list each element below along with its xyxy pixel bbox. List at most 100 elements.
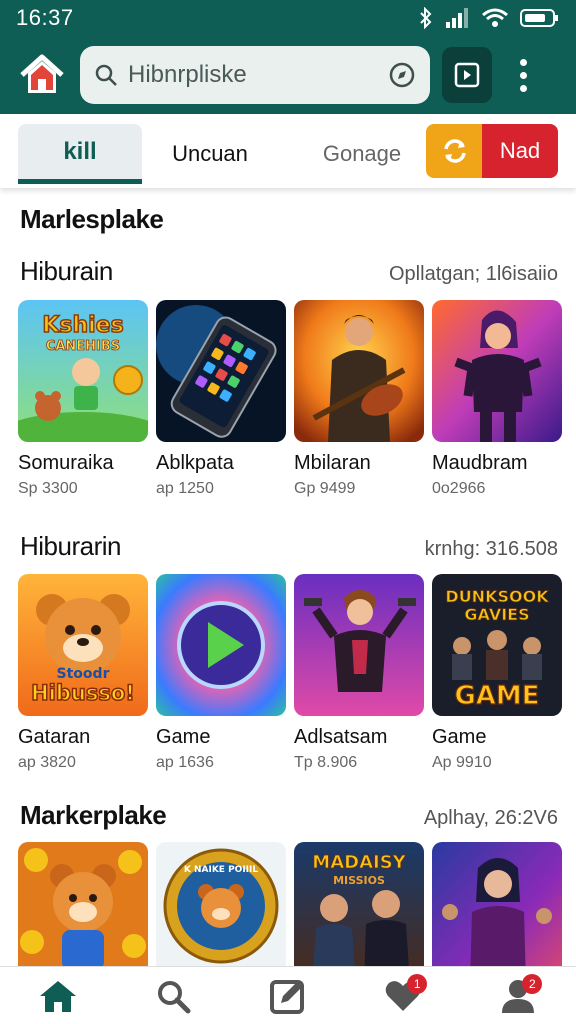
art-text: GAME (454, 681, 539, 711)
app-card[interactable]: Kshies CANEHIBS Somuraika Sp 3300 (18, 300, 148, 498)
app-thumbnail[interactable]: Kshies CANEHIBS (18, 300, 148, 442)
edit-icon (269, 979, 304, 1014)
app-card[interactable]: Ablkpata ap 1250 (156, 300, 286, 498)
app-title: Maudbram (432, 452, 528, 474)
section-header: Markerplake Aplhay, 26:2V6 (20, 800, 558, 831)
compass-icon[interactable] (388, 61, 416, 89)
nav-home[interactable] (28, 970, 88, 1022)
app-card[interactable]: Adlsatsam Tp 8.906 (294, 574, 424, 772)
art-text: K NAIKE POIIIL (184, 865, 259, 875)
battery-icon (520, 9, 558, 27)
status-bar: 16:37 (0, 0, 576, 36)
search-icon (157, 980, 191, 1013)
home-icon (39, 980, 76, 1012)
app-thumbnail[interactable]: MADAISY MISSIOS (294, 842, 424, 984)
app-price: Gp 9499 (294, 480, 356, 497)
page-heading: Marlesplake (20, 204, 164, 234)
top-app-bar: Hibnrpliske (0, 36, 576, 114)
app-price: ap 1636 (156, 754, 214, 771)
refresh-button[interactable] (426, 124, 484, 178)
nav-favorites[interactable]: 1 (373, 970, 433, 1022)
section-header: Hiburarin krnhg: 316.508 (20, 531, 558, 562)
nav-edit[interactable] (258, 970, 318, 1022)
menu-dot (519, 71, 527, 79)
app-price: Tp 8.906 (294, 754, 358, 771)
app-card[interactable]: DUNKSOOK GAVIES GAME Game Ap 9910 (432, 574, 562, 772)
app-title: Adlsatsam (294, 726, 388, 748)
app-thumbnail[interactable]: DUNKSOOK GAVIES GAME (432, 574, 562, 716)
search-bar[interactable]: Hibnrpliske (80, 46, 430, 104)
art-text: MISSIOS (333, 874, 385, 887)
app-title: Mbilaran (294, 452, 371, 474)
app-title: Game (156, 726, 211, 748)
menu-dot (519, 58, 527, 66)
cast-icon (454, 62, 480, 88)
app-card[interactable] (432, 842, 562, 984)
tab-kill[interactable]: kill (18, 124, 142, 184)
app-thumbnail[interactable] (294, 300, 424, 442)
search-query[interactable]: Hibnrpliske (128, 61, 388, 89)
notification-badge: 2 (522, 973, 543, 994)
app-thumbnail[interactable]: K NAIKE POIIIL (156, 842, 286, 984)
bluetooth-icon (420, 7, 432, 29)
menu-dot (519, 84, 527, 92)
nav-profile[interactable]: 2 (488, 970, 548, 1022)
app-price: Sp 3300 (18, 480, 78, 497)
app-row: K NAIKE POIIIL MADAISY MISSIOS (18, 842, 562, 984)
app-thumbnail[interactable] (294, 574, 424, 716)
app-row: Stoodr Hibusso! Gataran ap 3820 Game ap … (18, 574, 562, 772)
app-card[interactable]: MADAISY MISSIOS (294, 842, 424, 984)
nad-button[interactable]: Nad (482, 124, 558, 178)
app-thumbnail[interactable] (18, 842, 148, 984)
app-card[interactable]: Game ap 1636 (156, 574, 286, 772)
section-header: Hiburain Opllatgan; 1l6isaiio (20, 256, 558, 287)
app-card[interactable]: K NAIKE POIIIL (156, 842, 286, 984)
art-text: DUNKSOOK (445, 587, 549, 606)
app-price: 0o2966 (432, 480, 486, 497)
app-price: ap 3820 (18, 754, 76, 771)
app-card[interactable]: Mbilaran Gp 9499 (294, 300, 424, 498)
art-text: Kshies (42, 313, 123, 338)
bottom-navigation: 1 2 (0, 966, 576, 1024)
section-meta[interactable]: Aplhay, 26:2V6 (424, 807, 558, 830)
section-title: Hiburain (20, 256, 113, 286)
tab-gonage[interactable]: Gonage (300, 124, 424, 184)
app-thumbnail[interactable] (156, 574, 286, 716)
wifi-icon (482, 8, 508, 27)
app-thumbnail[interactable]: Stoodr Hibusso! (18, 574, 148, 716)
app-price: ap 1250 (156, 480, 214, 497)
home-button[interactable] (14, 47, 70, 103)
app-title: Gataran (18, 726, 91, 748)
app-card[interactable]: Stoodr Hibusso! Gataran ap 3820 (18, 574, 148, 772)
app-thumbnail[interactable] (156, 300, 286, 442)
home-icon (20, 54, 64, 93)
status-icons (418, 7, 560, 29)
tab-uncuan[interactable]: Uncuan (150, 124, 270, 184)
section-title: Markerplake (20, 800, 167, 830)
status-time: 16:37 (16, 5, 74, 30)
app-row: Kshies CANEHIBS Somuraika Sp 3300 Ablkpa… (18, 300, 562, 498)
art-text: MADAISY (312, 852, 406, 873)
art-text: CANEHIBS (46, 339, 120, 354)
app-thumbnail[interactable] (432, 300, 562, 442)
section-meta[interactable]: Opllatgan; 1l6isaiio (389, 263, 558, 286)
signal-icon (446, 8, 468, 28)
overflow-menu-button[interactable] (508, 47, 538, 103)
app-thumbnail[interactable] (432, 842, 562, 984)
notification-badge: 1 (407, 973, 428, 994)
art-text: GAVIES (464, 605, 529, 624)
art-text: Hibusso! (31, 681, 135, 705)
app-title: Ablkpata (156, 452, 234, 474)
cast-button[interactable] (442, 47, 492, 103)
section-title: Hiburarin (20, 531, 122, 561)
section-meta[interactable]: krnhg: 316.508 (425, 538, 558, 561)
search-icon (95, 64, 117, 86)
art-text: Stoodr (57, 666, 110, 682)
app-card[interactable]: Maudbram 0o2966 (432, 300, 562, 498)
app-title: Somuraika (18, 452, 114, 474)
refresh-icon (444, 139, 466, 163)
nav-search[interactable] (143, 970, 203, 1022)
app-title: Game (432, 726, 487, 748)
app-price: Ap 9910 (432, 754, 492, 771)
app-card[interactable] (18, 842, 148, 984)
